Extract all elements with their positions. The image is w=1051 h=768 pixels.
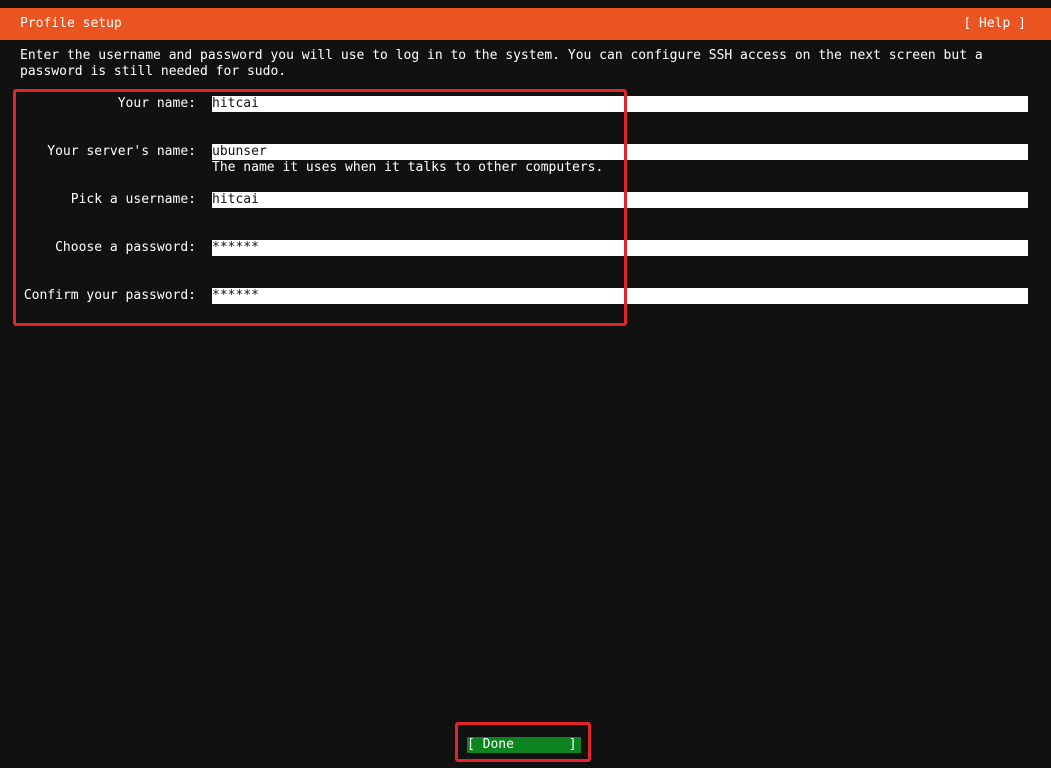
server-name-label: Your server's name: [47, 144, 196, 159]
password-field[interactable]: ****** [212, 240, 1028, 256]
confirm-password-field[interactable]: ****** [212, 288, 1028, 304]
your-name-label: Your name: [117, 96, 196, 111]
top-gap [0, 0, 1051, 8]
password-row: Choose a password: ****** [0, 240, 1051, 256]
server-name-row: Your server's name: ubunser [0, 144, 1051, 160]
your-name-field[interactable]: hitcai [212, 96, 1028, 112]
done-button[interactable]: [ Done ] [467, 737, 581, 753]
header-bar: Profile setup [ Help ] [0, 8, 1051, 40]
username-label: Pick a username: [70, 192, 196, 207]
password-label: Choose a password: [55, 240, 196, 255]
intro-text: Enter the username and password you will… [20, 48, 983, 79]
username-row: Pick a username: hitcai [0, 192, 1051, 208]
confirm-password-label: Confirm your password: [23, 288, 196, 303]
your-name-row: Your name: hitcai [0, 96, 1051, 112]
confirm-password-row: Confirm your password: ****** [0, 288, 1051, 304]
username-field[interactable]: hitcai [212, 192, 1028, 208]
server-name-hint: The name it uses when it talks to other … [212, 160, 604, 175]
page-title: Profile setup [20, 16, 122, 31]
server-name-field[interactable]: ubunser [212, 144, 1028, 160]
help-button[interactable]: [ Help ] [963, 8, 1026, 40]
